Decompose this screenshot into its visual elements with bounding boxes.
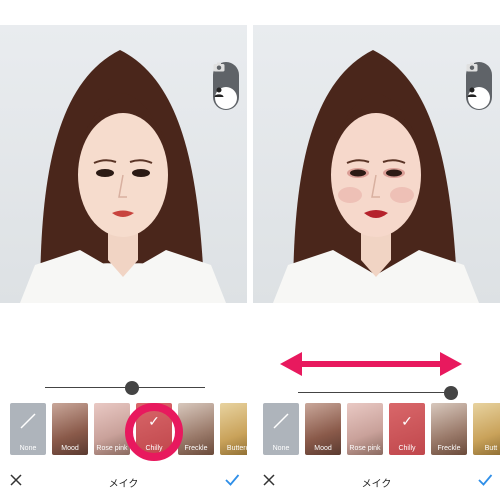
slider-knob[interactable]: [444, 386, 458, 400]
selected-check-icon: ✓: [401, 413, 413, 429]
person-icon[interactable]: [213, 86, 239, 110]
filter-none[interactable]: None: [263, 403, 299, 455]
portrait-illustration: [20, 50, 226, 303]
checkmark-icon[interactable]: [476, 471, 494, 489]
filter-rose-pink[interactable]: Rose pink: [347, 403, 383, 455]
filter-label: Freckle: [184, 445, 208, 452]
camera-mode-toggle[interactable]: [466, 62, 492, 110]
filter-label: Rose pink: [349, 445, 381, 452]
filter-butterc[interactable]: Butterc: [220, 403, 247, 455]
portrait-photo: [253, 25, 500, 303]
filter-freckle[interactable]: Freckle: [431, 403, 467, 455]
filter-label: Butterc: [226, 445, 247, 452]
bottom-bar: メイク: [0, 466, 247, 496]
filter-mood[interactable]: Mood: [305, 403, 341, 455]
makeup-title: メイク: [108, 479, 139, 490]
double-arrow-annotation: [280, 352, 462, 376]
filter-label: Freckle: [437, 445, 461, 452]
camera-icon[interactable]: [213, 62, 239, 86]
filter-label: None: [19, 445, 37, 452]
makeup-title: メイク: [361, 479, 392, 490]
filter-label: Mood: [61, 445, 79, 452]
makeup-filter-list: None Mood Rose pink ✓ Chilly Freckle Butterc: [0, 403, 247, 455]
filter-label: Mood: [314, 445, 332, 452]
intensity-slider[interactable]: [298, 383, 458, 403]
bottom-bar: メイク: [253, 466, 500, 496]
checkmark-icon[interactable]: [223, 471, 241, 489]
filter-freckle[interactable]: Freckle: [178, 403, 214, 455]
portrait-photo: [0, 25, 247, 303]
none-slash-icon: [273, 413, 289, 429]
filter-none[interactable]: None: [10, 403, 46, 455]
filter-label: Rose pink: [96, 445, 128, 452]
slider-knob[interactable]: [125, 381, 139, 395]
camera-icon[interactable]: [466, 62, 492, 86]
filter-label: Butt: [484, 445, 498, 452]
person-icon[interactable]: [466, 86, 492, 110]
filter-mood[interactable]: Mood: [52, 403, 88, 455]
portrait-illustration: [273, 50, 479, 303]
filter-butt[interactable]: Butt: [473, 403, 500, 455]
filter-label: Chilly: [398, 445, 416, 452]
camera-mode-toggle[interactable]: [213, 62, 239, 110]
panel-after: None Mood Rose pink ✓ Chilly Freckle Butt メイク: [253, 0, 500, 500]
filter-label: None: [272, 445, 290, 452]
filter-chilly[interactable]: ✓ Chilly: [389, 403, 425, 455]
slider-track: [298, 392, 458, 393]
annotation-circle: [125, 403, 183, 461]
intensity-slider[interactable]: [45, 378, 205, 398]
panel-before: None Mood Rose pink ✓ Chilly Freckle Butterc メ…: [0, 0, 247, 500]
none-slash-icon: [20, 413, 36, 429]
makeup-filter-list: None Mood Rose pink ✓ Chilly Freckle Butt: [253, 403, 500, 455]
